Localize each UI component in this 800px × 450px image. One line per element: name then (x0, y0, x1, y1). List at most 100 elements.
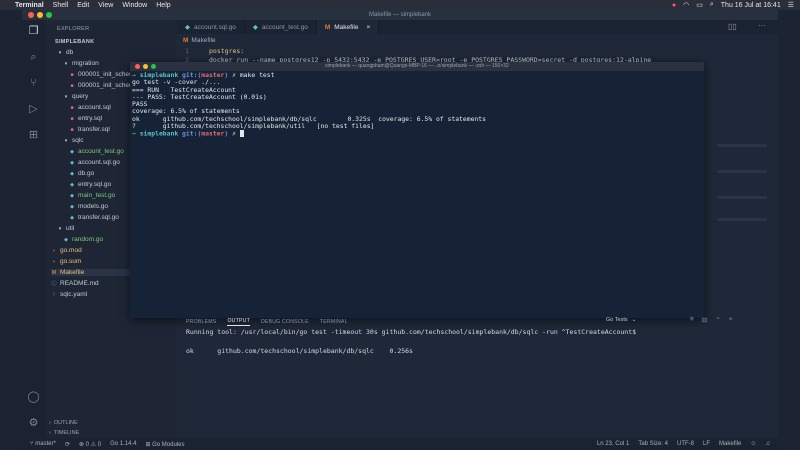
tree-file[interactable]: ■ account.sql (69, 104, 110, 111)
makefile-icon: M (51, 270, 57, 276)
breadcrumb[interactable]: M Makefile (183, 37, 216, 44)
tree-file[interactable]: ▪ go.sum (51, 258, 81, 265)
explorer-root[interactable]: SIMPLEBANK (55, 39, 94, 45)
database-file-icon: ■ (70, 116, 74, 122)
lock-scroll-icon[interactable]: ⊟ (702, 316, 707, 324)
split-editor-icon[interactable]: ▯▯ (728, 22, 737, 31)
tree-file[interactable]: ◆ main_test.go (69, 192, 115, 199)
menu-view[interactable]: View (98, 2, 113, 9)
problems-status[interactable]: ⊗ 0 ⚠ 0 (79, 441, 101, 448)
line-number: 1 (185, 47, 189, 55)
go-version-status[interactable]: Go 1.14.4 (110, 441, 136, 447)
tree-file[interactable]: ! sqlc.yaml (51, 291, 87, 298)
timeline-section[interactable]: › TIMELINE (45, 430, 79, 436)
tree-file[interactable]: ◆ account.sql.go (69, 159, 120, 166)
cursor-position-status[interactable]: Ln 23, Col 1 (597, 441, 629, 447)
tree-file[interactable]: ■ transfer.sql (69, 126, 109, 133)
go-file-icon: ◆ (252, 24, 258, 31)
explorer-icon[interactable]: ❐ (27, 25, 40, 38)
account-icon[interactable]: ◯ (27, 391, 40, 404)
explorer-header: EXPLORER (57, 26, 90, 32)
yaml-file-icon: ! (53, 292, 55, 298)
go-file-icon: ◆ (70, 204, 74, 210)
close-panel-icon[interactable]: × (729, 316, 733, 324)
status-right: Ln 23, Col 1 Tab Size: 4 UTF-8 LF Makefi… (597, 441, 778, 447)
language-mode-status[interactable]: Makefile (719, 441, 741, 447)
go-file-icon: ◆ (185, 24, 190, 31)
tree-file[interactable]: ◆ account_test.go (69, 148, 124, 155)
source-control-icon[interactable]: ⑂ (27, 77, 40, 90)
menubar-clock[interactable]: Thu 16 Jul at 16:41 (721, 2, 781, 9)
more-actions-icon[interactable]: ··· (758, 21, 766, 30)
clear-output-icon[interactable]: ≡ (690, 316, 694, 324)
info-file-icon: ⓘ (51, 281, 57, 287)
tab-makefile[interactable]: M Makefile × (316, 20, 380, 34)
notifications-icon[interactable]: ♫ (766, 441, 771, 447)
tree-folder-db[interactable]: ▾ db (57, 49, 74, 56)
eol-status[interactable]: LF (703, 441, 710, 447)
menu-shell[interactable]: Shell (53, 2, 69, 9)
settings-gear-icon[interactable]: ⚙ (27, 417, 40, 430)
sync-icon[interactable]: ⟳ (65, 441, 70, 448)
tree-file[interactable]: ◆ random.go (63, 236, 103, 243)
tree-file[interactable]: ◆ db.go (69, 170, 94, 177)
code-line-faded (717, 170, 767, 173)
tab-debug-console[interactable]: DEBUG CONSOLE (261, 319, 309, 325)
menu-help[interactable]: Help (156, 2, 170, 9)
outline-section[interactable]: › OUTLINE (45, 420, 78, 426)
tree-file[interactable]: ◆ entry.sql.go (69, 181, 111, 188)
extensions-icon[interactable]: ⊞ (27, 129, 40, 142)
tree-file[interactable]: ■ entry.sql (69, 115, 102, 122)
run-icon[interactable]: ▷ (27, 103, 40, 116)
tree-file[interactable]: ▪ go.mod (51, 247, 82, 254)
menu-edit[interactable]: Edit (77, 2, 89, 9)
chevron-down-icon: ⌄ (631, 317, 637, 323)
terminal-line: --- PASS: TestCreateAccount (0.01s) (132, 92, 267, 101)
code-line-faded (717, 218, 767, 221)
makefile-icon: M (183, 37, 189, 44)
battery-icon[interactable]: ▭ (696, 1, 703, 9)
menubar-status-area: ● ◠ ▭ ⌕ Thu 16 Jul at 16:41 ☰ (672, 1, 800, 9)
chevron-up-icon[interactable]: ⌃ (715, 316, 720, 324)
tree-file[interactable]: ◆ transfer.sql.go (69, 214, 119, 221)
tree-folder-util[interactable]: ▾ util (57, 225, 75, 232)
tab-problems[interactable]: PROBLEMS (186, 319, 216, 325)
tab-output[interactable]: OUTPUT (227, 318, 250, 326)
search-icon[interactable]: ⌕ (27, 51, 40, 64)
git-branch-status[interactable]: ⑂ master* (30, 441, 56, 447)
status-bar: ⑂ master* ⟳ ⊗ 0 ⚠ 0 Go 1.14.4 ⊞ Go Modul… (22, 438, 778, 450)
tab-terminal[interactable]: TERMINAL (320, 319, 348, 325)
tree-folder-sqlc[interactable]: ▾ sqlc (63, 137, 84, 144)
code-line-faded (717, 144, 767, 147)
prompt-arrow-icon: → (132, 129, 140, 138)
feedback-icon[interactable]: ☺ (750, 441, 756, 447)
tree-folder-migration[interactable]: ▾ migration (63, 60, 99, 67)
tab-size-status[interactable]: Tab Size: 4 (638, 441, 668, 447)
search-icon[interactable]: ⌕ (710, 1, 714, 9)
macos-menubar: Terminal Shell Edit View Window Help ● ◠… (0, 0, 800, 10)
go-file-icon: ◆ (70, 160, 74, 166)
window-titlebar: Makefile — simplebank (22, 10, 778, 20)
menu-list-icon[interactable]: ☰ (788, 1, 794, 9)
terminal-window[interactable]: simplebank — quangpham@Quangs-MBP-16 — .… (130, 62, 704, 318)
go-modules-status[interactable]: ⊞ Go Modules (145, 441, 184, 448)
database-file-icon: ■ (70, 127, 74, 133)
encoding-status[interactable]: UTF-8 (677, 441, 694, 447)
chevron-down-icon: ▾ (64, 61, 68, 67)
terminal-cursor (239, 130, 244, 138)
record-icon[interactable]: ● (672, 2, 676, 9)
terminal-title: simplebank — quangpham@Quangs-MBP-16 — .… (325, 63, 509, 69)
menu-window[interactable]: Window (122, 2, 147, 9)
tree-file[interactable]: ⓘ README.md (51, 280, 98, 287)
tab-account-test-go[interactable]: ◆ account_test.go (245, 20, 317, 34)
tree-file[interactable]: ◆ models.go (69, 203, 108, 210)
output-channel-select[interactable]: Go Tests ⌄ (606, 317, 636, 323)
tab-account-sql-go[interactable]: ◆ account.sql.go (177, 20, 245, 34)
tree-folder-query[interactable]: ▾ query (63, 93, 89, 100)
close-tab-icon[interactable]: × (366, 24, 370, 31)
menu-app-terminal[interactable]: Terminal (15, 2, 44, 9)
chevron-down-icon: ▾ (64, 138, 68, 144)
terminal-output[interactable]: → simplebank git:(master) ✗ make test go … (132, 71, 702, 138)
wifi-icon[interactable]: ◠ (683, 1, 689, 9)
output-line: Running tool: /usr/local/bin/go test -ti… (186, 328, 637, 336)
